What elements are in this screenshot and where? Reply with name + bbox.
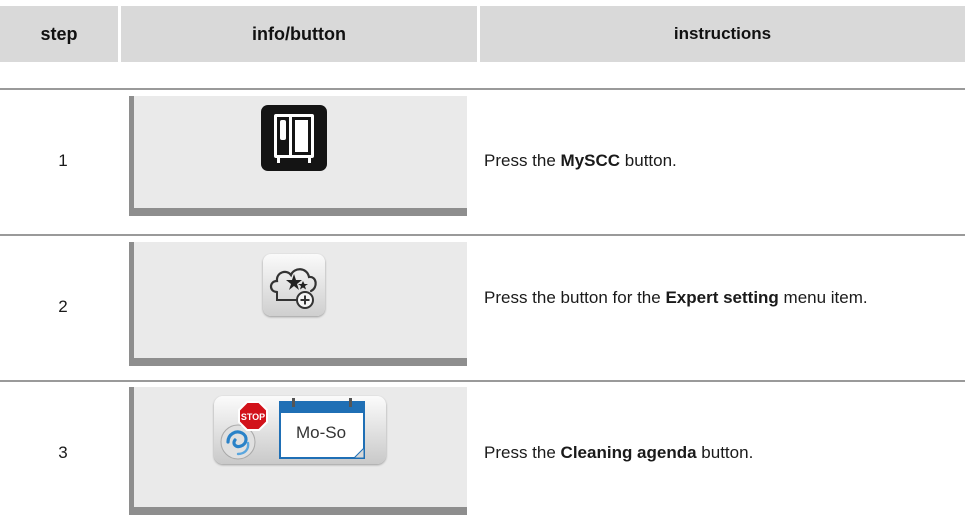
instruction-bold: Cleaning agenda [560, 443, 697, 462]
instruction-post: button. [620, 151, 677, 170]
instruction-text: Press the Cleaning agenda button. [484, 443, 954, 463]
calendar-text: Mo-So [296, 423, 346, 442]
instruction-pre: Press the [484, 443, 561, 462]
instruction-text: Press the MySCC button. [484, 151, 954, 171]
cleaning-agenda-icon: STOP Mo-So [220, 398, 365, 460]
header-instructions: instructions [480, 6, 965, 62]
expert-setting-cloud-icon [269, 268, 317, 309]
button-panel [129, 96, 467, 216]
header-step: step [0, 6, 118, 62]
table-row: 1 Press the MySCC button. [0, 96, 965, 218]
instruction-pre: Press the button for the [484, 288, 666, 307]
stop-sign-text: STOP [241, 412, 265, 422]
table-row: 2 Press the button for the Expert settin… [0, 242, 965, 366]
myscc-oven-icon [274, 114, 314, 163]
instruction-bold: MySCC [560, 151, 621, 170]
row-divider [0, 88, 965, 90]
instruction-post: menu item. [778, 288, 868, 307]
row-divider [0, 380, 965, 382]
expert-setting-button[interactable] [263, 254, 325, 316]
button-panel [129, 242, 467, 366]
button-panel: STOP Mo-So [129, 387, 467, 515]
step-number: 1 [58, 151, 68, 170]
row-divider [0, 234, 965, 236]
instruction-bold: Expert setting [665, 288, 779, 307]
instruction-text: Press the button for the Expert setting … [484, 288, 954, 308]
step-number: 2 [58, 297, 68, 316]
instruction-pre: Press the [484, 151, 561, 170]
myscc-button[interactable] [261, 105, 327, 171]
step-number: 3 [58, 443, 68, 462]
header-info-button: info/button [121, 6, 477, 62]
instruction-post: button. [696, 443, 754, 462]
cleaning-agenda-button[interactable]: STOP Mo-So [214, 396, 386, 464]
table-row: 3 STOP Mo-So Press the Cleaning agenda b… [0, 387, 965, 515]
